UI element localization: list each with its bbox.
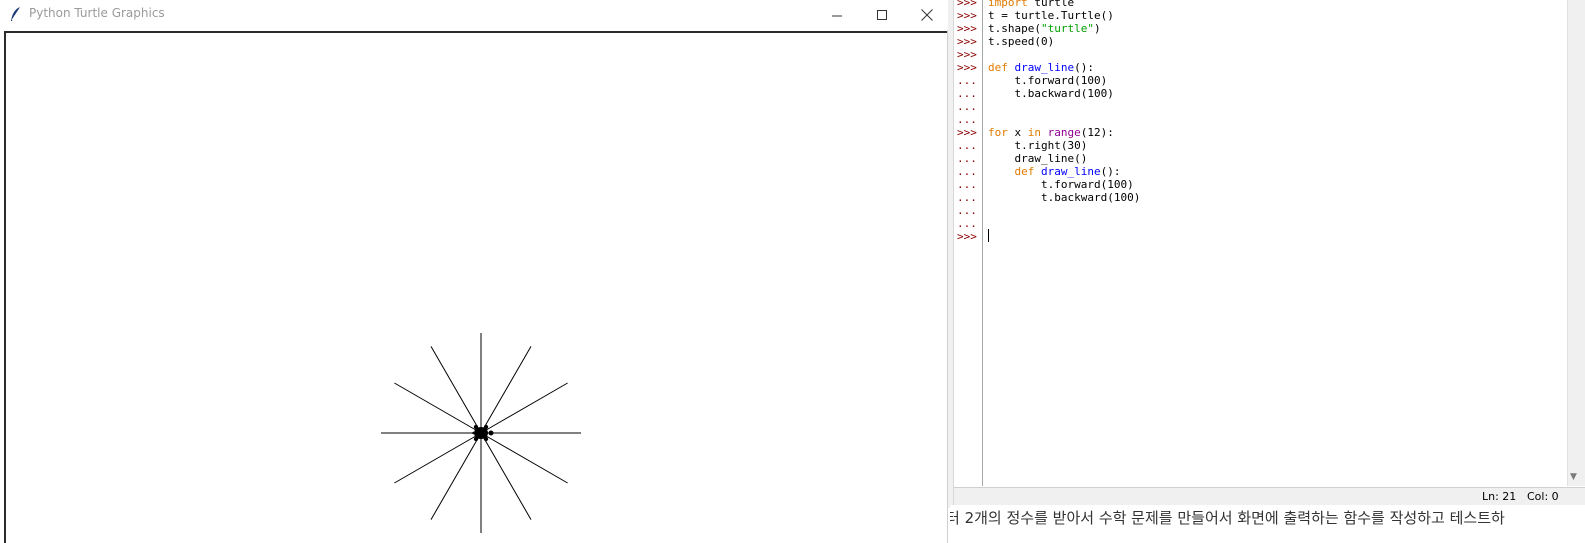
shell-code-line: t.shape("turtle") (988, 22, 1101, 35)
code-token: t.shape( (988, 22, 1041, 35)
maximize-icon (876, 9, 887, 20)
turtle-canvas[interactable] (4, 31, 947, 543)
shell-prompt: >>> (957, 126, 977, 139)
shell-code-line: def draw_line(): (988, 165, 1121, 178)
shell-code-line: t.forward(100) (988, 74, 1107, 87)
close-icon (921, 9, 933, 21)
shell-prompt: ... (957, 87, 977, 100)
drawn-line (430, 346, 482, 434)
code-token: def (988, 61, 1008, 74)
background-document: 터 2개의 정수를 받아서 수학 문제를 만들어서 화면에 출력하는 함수를 작… (950, 505, 1585, 543)
code-token: (): (1074, 61, 1094, 74)
code-token: t.backward(100) (988, 191, 1141, 204)
shell-prompt: >>> (957, 0, 977, 9)
code-token: ) (1093, 22, 1101, 35)
shell-prompt: ... (957, 191, 977, 204)
code-token: for (988, 126, 1008, 139)
code-token: (12): (1080, 126, 1114, 139)
code-token: in (1027, 126, 1041, 139)
window-edge (948, 0, 954, 508)
shell-prompt: >>> (957, 61, 977, 74)
code-token: draw_line (1014, 61, 1075, 74)
shell-code-line: def draw_line(): (988, 61, 1094, 74)
code-token: t.forward(100) (988, 74, 1108, 87)
drawn-line (394, 432, 482, 484)
shell-prompt: ... (957, 152, 977, 165)
close-button[interactable] (904, 0, 950, 30)
drawn-line (394, 382, 482, 434)
line-number: Ln: 21 (1482, 490, 1517, 503)
shell-prompt: ... (957, 165, 977, 178)
drawn-line (430, 432, 482, 520)
drawing-surface (381, 333, 581, 533)
code-token: def (1014, 165, 1035, 178)
turtle-graphics-window: Python Turtle Graphics (0, 0, 948, 543)
shell-code-line: t.forward(100) (988, 178, 1134, 191)
code-token: x (1007, 126, 1028, 139)
shell-prompt: >>> (957, 48, 977, 61)
shell-prompt: ... (957, 113, 977, 126)
shell-code-line: for x in range(12): (988, 126, 1114, 139)
code-token: t.forward(100) (988, 178, 1134, 191)
shell-code-line: draw_line() (988, 152, 1087, 165)
minimize-icon (831, 15, 842, 16)
code-token: draw_line (1041, 165, 1101, 178)
shell-prompt: ... (957, 204, 977, 217)
window-title: Python Turtle Graphics (29, 6, 165, 20)
text-cursor (988, 229, 989, 242)
prompt-gutter-divider (982, 0, 983, 486)
drawn-line (480, 432, 532, 520)
code-token: turtle (1027, 0, 1075, 9)
drawn-line (480, 382, 568, 434)
code-token: t.backward(100) (988, 87, 1114, 100)
column-number: Col: 0 (1527, 490, 1559, 503)
shell-code-line: t.right(30) (988, 139, 1087, 152)
shell-prompt: >>> (957, 35, 977, 48)
shell-prompt: >>> (957, 230, 977, 243)
scroll-down-icon[interactable]: ▼ (1570, 472, 1577, 482)
code-token: t.speed(0) (988, 35, 1055, 48)
title-bar[interactable]: Python Turtle Graphics (0, 0, 948, 30)
shell-prompt: ... (957, 74, 977, 87)
code-token: range (1047, 126, 1081, 139)
shell-prompt: ... (957, 178, 977, 191)
shell-code-line: t.speed(0) (988, 35, 1054, 48)
shell-code-line: import turtle (988, 0, 1074, 9)
code-token: (): (1100, 165, 1121, 178)
feather-icon (11, 7, 20, 21)
code-token: "turtle" (1040, 22, 1094, 35)
shell-code-line: t.backward(100) (988, 191, 1140, 204)
drawn-line (480, 432, 568, 484)
drawn-line (480, 346, 532, 434)
code-token: t = turtle.Turtle() (988, 9, 1114, 22)
shell-prompt: ... (957, 100, 977, 113)
shell-prompt: ... (957, 139, 977, 152)
shell-prompt: >>> (957, 22, 977, 35)
background-text: 터 2개의 정수를 받아서 수학 문제를 만들어서 화면에 출력하는 함수를 작… (950, 509, 1505, 527)
code-token: import (988, 0, 1028, 9)
shell-prompt: ... (957, 217, 977, 230)
shell-code-line: t.backward(100) (988, 87, 1114, 100)
code-token: draw_line() (988, 152, 1088, 165)
maximize-button[interactable] (859, 0, 905, 30)
vertical-scrollbar[interactable] (1567, 0, 1585, 486)
minimize-button[interactable] (814, 0, 860, 30)
shell-prompt: >>> (957, 9, 977, 22)
code-token: t.right(30) (988, 139, 1088, 152)
shell-code-line: t = turtle.Turtle() (988, 9, 1114, 22)
